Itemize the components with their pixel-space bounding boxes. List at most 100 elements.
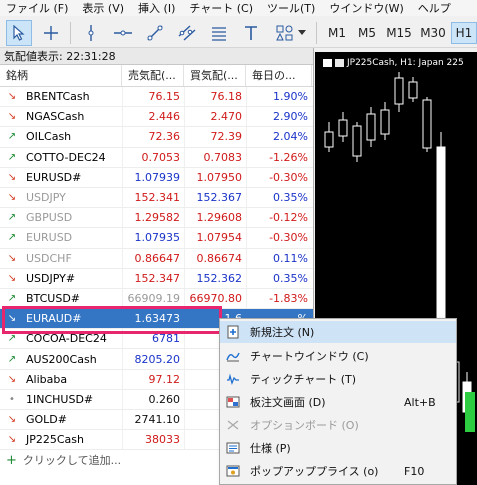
chart-window-icon — [220, 350, 246, 362]
bid-cell: 8205.20 — [122, 349, 184, 369]
bid-cell: 2.446 — [122, 107, 184, 127]
arrow-up-icon: ↗ — [7, 292, 17, 304]
symbol-cell: ↘ GOLD# — [0, 410, 122, 429]
change-cell: 2.90% — [246, 107, 312, 127]
column-header-bid[interactable]: 売気配(... — [122, 65, 184, 86]
menu-file[interactable]: ファイル (F) — [0, 0, 76, 16]
menu-item-label: 仕様 (P) — [250, 442, 291, 455]
ask-cell: 1.07950 — [184, 167, 246, 187]
candle-body — [324, 131, 334, 148]
candle-body — [408, 81, 418, 99]
symbol-cell: ↗ EURUSD — [0, 228, 122, 247]
menu-item-popup-prices[interactable]: ポップアッププライス (o) F10 — [220, 460, 456, 482]
depth-of-market-icon — [220, 396, 246, 408]
change-cell: -0.30% — [246, 167, 312, 187]
text-tool-icon[interactable] — [238, 20, 264, 46]
column-header-daily-change[interactable]: 毎日の... — [246, 65, 312, 86]
change-cell: 0.11% — [246, 248, 312, 268]
table-row[interactable]: ↗ OILCash 72.36 72.39 2.04% — [0, 127, 313, 148]
menu-window[interactable]: ウインドウ(W) — [323, 0, 411, 16]
symbol-name: GBPUSD — [26, 211, 73, 225]
symbol-name: Alibaba — [26, 372, 68, 386]
bid-cell: 1.29582 — [122, 208, 184, 228]
ask-cell: 0.86674 — [184, 248, 246, 268]
bid-cell: 0.86647 — [122, 248, 184, 268]
ask-cell: 2.470 — [184, 107, 246, 127]
menu-item-new-order[interactable]: 新規注文 (N) — [220, 321, 456, 343]
table-row[interactable]: ↗ EURUSD 1.07935 1.07954 -0.30% — [0, 228, 313, 249]
menu-item-shortcut: F10 — [404, 464, 425, 478]
arrow-down-icon: ↘ — [7, 192, 17, 204]
symbol-name: JP225Cash — [26, 433, 84, 447]
bid-cell: 0.7053 — [122, 147, 184, 167]
change-cell: 1.90% — [246, 87, 312, 107]
timeframe-m1[interactable]: M1 — [322, 22, 352, 44]
timeframe-h1[interactable]: H1 — [451, 22, 477, 44]
ask-cell: 1.07954 — [184, 228, 246, 248]
menu-insert[interactable]: 挿入 (I) — [132, 0, 183, 16]
symbol-name: USDJPY# — [26, 271, 76, 285]
symbol-name: BRENTCash — [26, 90, 90, 104]
specification-icon — [220, 442, 246, 454]
table-row[interactable]: ↗ GBPUSD 1.29582 1.29608 -0.12% — [0, 208, 313, 229]
highlight-box-selected-symbol — [2, 306, 222, 334]
bid-cell: 1.07939 — [122, 167, 184, 187]
menu-tools[interactable]: ツール(T) — [261, 0, 323, 16]
plus-icon: + — [6, 452, 17, 468]
market-watch-title: 気配値表示: 22:31:28 — [0, 48, 313, 65]
candle-body — [338, 119, 348, 137]
table-row[interactable]: ↘ USDCHF 0.86647 0.86674 0.11% — [0, 248, 313, 269]
context-menu: 新規注文 (N) チャートウインドウ (C) ティックチャート (T) 板注文画… — [219, 318, 457, 485]
symbol-name: 1INCHUSD# — [26, 392, 94, 406]
menu-item-chart-window[interactable]: チャートウインドウ (C) — [220, 345, 456, 367]
tick-chart-icon — [220, 373, 246, 385]
vertical-line-tool-icon[interactable] — [78, 20, 104, 46]
table-row[interactable]: ↘ USDJPY# 152.347 152.362 0.35% — [0, 268, 313, 289]
shapes-tool-icon[interactable] — [272, 20, 298, 46]
bid-cell: 76.15 — [122, 87, 184, 107]
menu-item-tick-chart[interactable]: ティックチャート (T) — [220, 368, 456, 390]
trendline-tool-icon[interactable] — [142, 20, 168, 46]
menu-item-label: オプションボード (O) — [250, 419, 359, 432]
table-row[interactable]: ↘ BRENTCash 76.15 76.18 1.90% — [0, 87, 313, 108]
timeframe-m15[interactable]: M15 — [382, 22, 416, 44]
menu-help[interactable]: ヘルプ — [412, 0, 459, 16]
symbol-name: COTTO-DEC24 — [26, 150, 106, 164]
menu-item-depth-of-market[interactable]: 板注文画面 (D) Alt+B — [220, 391, 456, 413]
symbol-name: BTCUSD# — [26, 291, 81, 305]
table-row[interactable]: ↗ COTTO-DEC24 0.7053 0.7083 -1.26% — [0, 147, 313, 168]
cursor-tool-icon[interactable] — [6, 20, 32, 46]
fibonacci-tool-icon[interactable] — [206, 20, 232, 46]
change-cell: -1.83% — [246, 288, 312, 309]
symbol-cell: • 1INCHUSD# — [0, 390, 122, 409]
menu-chart[interactable]: チャート (C) — [183, 0, 261, 16]
change-cell: -0.30% — [246, 228, 312, 248]
chevron-down-icon[interactable] — [296, 20, 308, 46]
column-header-ask[interactable]: 買気配(... — [184, 65, 246, 86]
timeframe-m30[interactable]: M30 — [416, 22, 450, 44]
menu-item-specification[interactable]: 仕様 (P) — [220, 437, 456, 459]
menu-item-label: 板注文画面 (D) — [250, 396, 326, 409]
timeframe-m5[interactable]: M5 — [352, 22, 382, 44]
change-cell: 0.35% — [246, 187, 312, 208]
bid-cell: 0.260 — [122, 389, 184, 409]
market-watch-header: 銘柄 売気配(... 買気配(... 毎日の... — [0, 65, 313, 87]
menu-item-option-board: オプションボード (O) — [220, 414, 456, 436]
ask-cell: 72.39 — [184, 127, 246, 147]
column-header-symbol[interactable]: 銘柄 — [0, 65, 122, 86]
ask-cell: 76.18 — [184, 87, 246, 107]
candle-body — [465, 392, 475, 432]
table-row[interactable]: ↘ NGASCash 2.446 2.470 2.90% — [0, 107, 313, 128]
table-row[interactable]: ↘ EURUSD# 1.07939 1.07950 -0.30% — [0, 167, 313, 188]
horizontal-line-tool-icon[interactable] — [110, 20, 136, 46]
menu-view[interactable]: 表示 (V) — [76, 0, 132, 16]
channel-tool-icon[interactable] — [174, 20, 200, 46]
symbol-name: USDCHF — [26, 251, 72, 265]
crosshair-tool-icon[interactable] — [38, 20, 64, 46]
arrow-down-icon: ↘ — [7, 434, 17, 446]
symbol-cell: ↗ AUS200Cash — [0, 349, 122, 368]
bid-cell: 152.347 — [122, 268, 184, 288]
table-row[interactable]: ↘ USDJPY 152.341 152.367 0.35% — [0, 187, 313, 209]
toolbar: M1 M5 M15 M30 H1 — [0, 16, 477, 48]
symbol-name: AUS200Cash — [26, 352, 97, 366]
